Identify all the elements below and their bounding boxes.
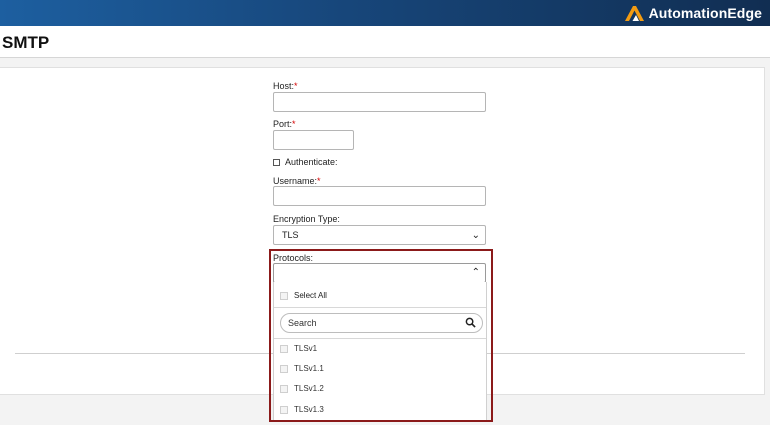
protocols-select[interactable]: ⌃ xyxy=(273,263,486,283)
brand-name: AutomationEdge xyxy=(648,5,762,21)
protocol-search-input[interactable]: Search xyxy=(280,313,483,333)
select-all-checkbox[interactable] xyxy=(280,291,288,300)
host-label: Host:* xyxy=(273,81,298,91)
username-input[interactable] xyxy=(273,186,486,206)
authenticate-checkbox[interactable] xyxy=(273,158,280,166)
search-icon[interactable] xyxy=(465,317,476,328)
protocol-checkbox[interactable] xyxy=(280,364,288,373)
page-title: SMTP xyxy=(2,33,50,52)
protocol-option-label: TLSv1.3 xyxy=(294,405,324,414)
protocols-dropdown: Select All Search TLSv1 TLSv1.1 TLSv1.2 … xyxy=(273,282,487,421)
protocol-option[interactable]: TLSv1.3 xyxy=(280,405,324,414)
chevron-up-icon: ⌃ xyxy=(471,267,480,278)
authenticate-row[interactable]: Authenticate: xyxy=(273,157,338,167)
search-placeholder: Search xyxy=(288,318,317,328)
top-bar: AutomationEdge xyxy=(0,0,770,26)
automationedge-logo-icon xyxy=(624,6,644,21)
protocol-option-label: TLSv1.2 xyxy=(294,384,324,393)
protocol-checkbox[interactable] xyxy=(280,344,288,353)
port-label: Port:* xyxy=(273,119,296,129)
brand-logo[interactable]: AutomationEdge xyxy=(624,2,762,24)
title-bar: SMTP xyxy=(0,26,770,58)
protocol-option-label: TLSv1.1 xyxy=(294,364,324,373)
protocols-label: Protocols: xyxy=(273,253,314,263)
dropdown-divider xyxy=(274,307,486,308)
protocol-option[interactable]: TLSv1 xyxy=(280,344,317,353)
encryption-type-label: Encryption Type: xyxy=(273,214,340,224)
port-input[interactable] xyxy=(273,130,354,150)
chevron-down-icon: ⌄ xyxy=(471,230,480,241)
username-label: Username:* xyxy=(273,176,321,186)
select-all-option[interactable]: Select All xyxy=(280,291,327,300)
protocol-checkbox[interactable] xyxy=(280,384,288,393)
dropdown-divider xyxy=(274,338,486,339)
protocol-option[interactable]: TLSv1.1 xyxy=(280,364,324,373)
encryption-type-value: TLS xyxy=(282,230,299,240)
host-input[interactable] xyxy=(273,92,486,112)
protocol-option[interactable]: TLSv1.2 xyxy=(280,384,324,393)
authenticate-label: Authenticate: xyxy=(285,157,338,167)
protocol-option-label: TLSv1 xyxy=(294,344,318,353)
protocol-checkbox[interactable] xyxy=(280,405,288,414)
encryption-type-select[interactable]: TLS ⌄ xyxy=(273,225,486,245)
select-all-label: Select All xyxy=(294,291,327,300)
